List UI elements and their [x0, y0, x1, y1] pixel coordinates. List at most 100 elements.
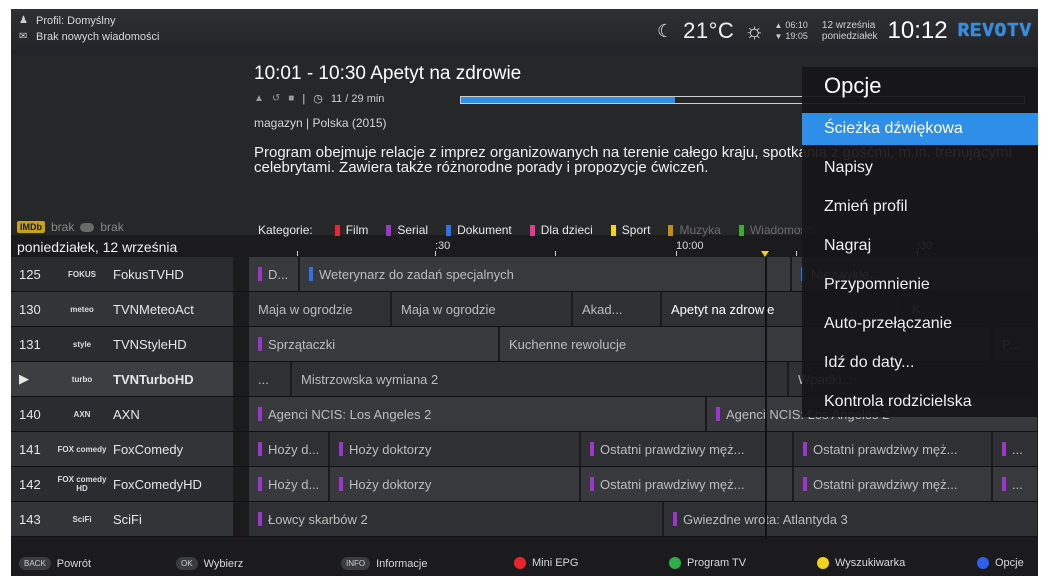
back-hint[interactable]: BACK Powrót [19, 557, 91, 570]
program-cell[interactable]: ... [993, 432, 1038, 466]
row-gap [233, 362, 249, 396]
channel-logo: AXN [73, 409, 91, 419]
channel-cell[interactable]: 131 style TVNStyleHD [11, 327, 233, 361]
program-cell[interactable]: D... [249, 257, 299, 291]
channel-row[interactable]: 143 SciFi SciFi Łowcy skarbów 2 Gwiezdne wro… [11, 502, 1038, 537]
temperature: 21°C [683, 18, 735, 43]
ratings: IMDb brak brak [17, 220, 124, 234]
imdb-rating: brak [51, 220, 75, 234]
program-cell[interactable]: Akad... [573, 292, 661, 326]
program-cell[interactable]: Mistrzowska wymiana 2 [292, 362, 788, 396]
menu-item[interactable]: Auto-przełączanie [802, 308, 1038, 340]
channel-cell[interactable]: 125 FOKUS FokusTVHD [11, 257, 233, 291]
program-cell-title: Hoży d... [268, 476, 320, 492]
time-label: 10:00 [676, 240, 704, 252]
menu-item[interactable]: Zmień profil [802, 191, 1038, 223]
program-cell[interactable]: ... [249, 362, 291, 396]
menu-item[interactable]: Idź do daty... [802, 347, 1038, 379]
yellow-hint[interactable]: Wyszukiwarka [817, 557, 905, 569]
program-cell-title: Hoży d... [268, 441, 320, 457]
menu-title: Opcje [824, 73, 882, 98]
program-cell-title: Ostatni prawdziwy męż... [813, 476, 958, 492]
menu-item[interactable]: Nagraj [802, 230, 1038, 262]
program-cell[interactable]: Agenci NCIS: Los Angeles 2 [249, 397, 706, 431]
channel-cell[interactable]: 130 meteo TVNMeteoAct [11, 292, 233, 326]
menu-item[interactable]: Ścieżka dźwiękowa [802, 113, 1038, 145]
now-line [765, 257, 767, 539]
row-gap [233, 467, 249, 501]
program-cell-title: Maja w ogrodzie [401, 301, 496, 317]
row-gap [233, 292, 249, 326]
guide-date: poniedziałek, 12 września [17, 239, 178, 255]
blue-hint[interactable]: Opcje [977, 557, 1024, 569]
category-swatch [668, 224, 674, 236]
menu-item[interactable]: Napisy [802, 152, 1038, 184]
row-gap [233, 327, 249, 361]
red-button-icon [514, 557, 526, 569]
channel-row[interactable]: 141 FOX comedy FoxComedy Hoży d... Hoży dokt… [11, 432, 1038, 467]
program-cell[interactable]: Ostatni prawdziwy męż... [581, 432, 793, 466]
channel-name: FoxComedy [113, 441, 184, 457]
menu-item[interactable]: Kontrola rodzicielska [802, 386, 1038, 418]
back-key: BACK [19, 557, 51, 570]
program-cell[interactable]: Hoży d... [249, 432, 329, 466]
info-key: INFO [341, 557, 371, 570]
channel-cell[interactable]: 142 FOX comedy HD FoxComedyHD [11, 467, 233, 501]
program-cell[interactable]: Hoży d... [249, 467, 329, 501]
channel-name: TVNMeteoAct [113, 301, 194, 317]
channel-row[interactable]: 142 FOX comedy HD FoxComedyHD Hoży d... Hoży… [11, 467, 1038, 502]
menu-item[interactable]: Przypomnienie [802, 269, 1038, 301]
program-cell[interactable]: Maja w ogrodzie [392, 292, 572, 326]
channel-name: TVNTurboHD [113, 371, 194, 387]
program-cell[interactable]: Gwiezdne wrota: Atlantyda 3 [664, 502, 1038, 536]
user-icon: ♟ [19, 15, 28, 26]
program-cell-title: D... [268, 266, 289, 282]
category-color-bar [258, 512, 262, 526]
program-cell-title: Ostatni prawdziwy męż... [813, 441, 958, 457]
bell-icon: ▲ [254, 93, 264, 104]
category-color-bar [309, 267, 313, 281]
channel-cell[interactable]: ▶ turbo TVNTurboHD [11, 362, 233, 396]
category-color-bar [1002, 442, 1006, 456]
channel-logo: style [72, 339, 92, 349]
red-hint[interactable]: Mini EPG [514, 557, 578, 569]
program-cell-title: Akad... [582, 301, 623, 317]
program-cell[interactable]: Weterynarz do zadań specjalnych [300, 257, 791, 291]
program-cell[interactable]: Ostatni prawdziwy męż... [794, 432, 992, 466]
program-cell[interactable]: Ostatni prawdziwy męż... [581, 467, 793, 501]
program-cell[interactable]: Sprzątaczki [249, 327, 499, 361]
envelope-icon: ✉ [19, 31, 28, 42]
program-cell[interactable]: Hoży doktorzy [330, 467, 580, 501]
program-genre: magazyn | Polska (2015) [254, 116, 387, 130]
program-cell-title: Agenci NCIS: Los Angeles 2 [268, 406, 432, 422]
ok-key: OK [176, 557, 198, 570]
category-swatch [446, 224, 452, 236]
program-meta: ▲ ↺ ■ | ◷ 11 / 29 min [254, 92, 384, 106]
program-cell[interactable]: Łowcy skarbów 2 [249, 502, 663, 536]
program-cell[interactable]: Maja w ogrodzie [249, 292, 391, 326]
channel-cell[interactable]: 140 AXN AXN [11, 397, 233, 431]
messages-line: ✉ Brak nowych wiadomości [19, 31, 160, 43]
footer-hints: BACK Powrót OK Wybierz INFO Informacje M… [11, 550, 1038, 576]
category-color-bar [258, 477, 262, 491]
brand-logo: REVOTV [957, 20, 1032, 42]
program-cell-title: Mistrzowska wymiana 2 [301, 371, 439, 387]
channel-cell[interactable]: 143 SciFi SciFi [11, 502, 233, 536]
green-hint[interactable]: Program TV [669, 557, 746, 569]
program-cell[interactable]: ... [993, 467, 1038, 501]
clock-icon: ◷ [313, 93, 323, 105]
info-hint[interactable]: INFO Informacje [341, 557, 427, 570]
program-cell[interactable]: Ostatni prawdziwy męż... [794, 467, 992, 501]
time-label: :30 [435, 240, 451, 252]
date-text: 12 września [821, 20, 876, 31]
channel-name: AXN [113, 406, 140, 422]
clock: 10:12 [887, 17, 948, 44]
category-swatch [738, 224, 744, 236]
blue-label: Opcje [995, 557, 1024, 569]
channel-number: 131 [19, 336, 41, 352]
channel-cell[interactable]: 141 FOX comedy FoxComedy [11, 432, 233, 466]
ok-hint[interactable]: OK Wybierz [176, 557, 243, 570]
channel-number: 143 [19, 511, 41, 527]
program-cell[interactable]: Hoży doktorzy [330, 432, 580, 466]
channel-name: TVNStyleHD [113, 336, 187, 352]
